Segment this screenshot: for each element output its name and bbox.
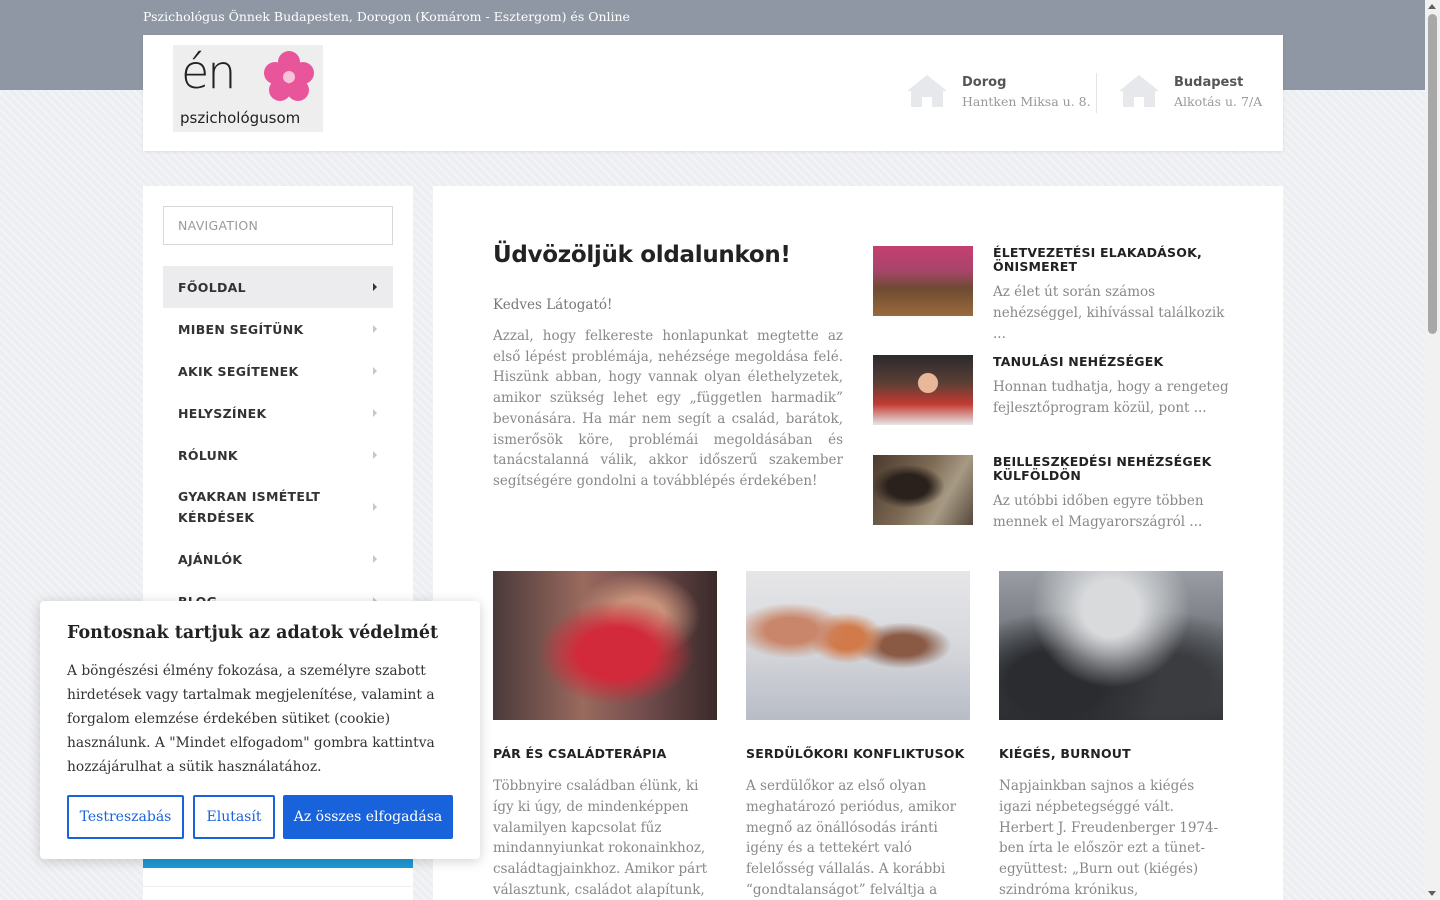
sidebar-item-label: FŐOLDAL — [178, 279, 246, 295]
page-title: Üdvözöljük oldalunkon! — [493, 242, 791, 268]
cookie-consent-dialog: Fontosnak tartjuk az adatok védelmét A b… — [40, 601, 480, 859]
greeting-text: Kedves Látogató! — [493, 297, 613, 313]
post-thumbnail[interactable] — [873, 355, 973, 425]
card-title[interactable]: SERDÜLŐKORI KONFLIKTUSOK — [746, 746, 970, 761]
sidebar-item-miben-segitunk[interactable]: MIBEN SEGÍTÜNK — [163, 308, 393, 350]
location-name: Dorog — [962, 75, 1007, 90]
chevron-right-icon — [373, 451, 377, 459]
page-scrollbar[interactable] — [1425, 0, 1440, 900]
service-card[interactable]: PÁR ÉS CSALÁDTERÁPIA Többnyire családban… — [493, 571, 717, 900]
reject-button[interactable]: Elutasít — [193, 795, 275, 839]
cookie-body: A böngészési élmény fokozása, a személyr… — [67, 663, 435, 775]
sidebar-item-label: MIBEN SEGÍTÜNK — [178, 321, 304, 337]
sidebar-item-akik-segitenek[interactable]: AKIK SEGÍTENEK — [163, 350, 393, 392]
site-tagline: Pszichológus Önnek Budapesten, Dorogon (… — [143, 9, 630, 24]
sidebar-item-label: AKIK SEGÍTENEK — [178, 363, 299, 379]
house-icon — [907, 75, 947, 107]
post-excerpt: Az élet út során számos nehézséggel, kih… — [993, 284, 1225, 342]
accept-all-button[interactable]: Az összes elfogadása — [283, 795, 453, 839]
service-card[interactable]: KIÉGÉS, BURNOUT Napjainkban sajnos a kié… — [999, 571, 1223, 900]
post-title[interactable]: ÉLETVEZETÉSI ELAKADÁSOK, ÖNISMERET — [993, 246, 1233, 274]
card-text: Napjainkban sajnos a kiégés igazi népbet… — [999, 778, 1219, 898]
card-image[interactable] — [746, 571, 970, 720]
post-excerpt: Honnan tudhatja, hogy a rengeteg fejlesz… — [993, 379, 1229, 416]
sidebar-item-fooldal[interactable]: FŐOLDAL — [163, 266, 393, 308]
site-header: én pszichológusom Dorog Hantken Miksa u.… — [143, 35, 1283, 151]
chevron-right-icon — [373, 503, 377, 511]
card-title[interactable]: PÁR ÉS CSALÁDTERÁPIA — [493, 746, 717, 761]
sidebar-widget — [143, 887, 413, 900]
customize-button[interactable]: Testreszabás — [67, 795, 184, 839]
scroll-down-icon[interactable] — [1428, 891, 1436, 896]
sidebar-item-label: GYAKRAN ISMÉTELT KÉRDÉSEK — [178, 489, 321, 525]
navigation-select[interactable]: NAVIGATION — [163, 206, 393, 245]
service-card[interactable]: SERDÜLŐKORI KONFLIKTUSOK A serdülőkor az… — [746, 571, 970, 900]
location-name: Budapest — [1174, 75, 1244, 90]
main-content: Üdvözöljük oldalunkon! Kedves Látogató! … — [433, 186, 1283, 900]
card-title[interactable]: KIÉGÉS, BURNOUT — [999, 746, 1223, 761]
card-text: A serdülőkor az első olyan meghatározó p… — [746, 778, 957, 898]
side-post[interactable]: BEILLESZKEDÉSI NEHÉZSÉGEK KÜLFÖLDÖN Az u… — [873, 455, 1233, 535]
post-thumbnail[interactable] — [873, 246, 973, 316]
sidebar-item-label: HELYSZÍNEK — [178, 405, 267, 421]
chevron-right-icon — [373, 409, 377, 417]
chevron-right-icon — [373, 367, 377, 375]
card-image[interactable] — [999, 571, 1223, 720]
site-logo[interactable]: én pszichológusom — [173, 45, 323, 132]
chevron-right-icon — [373, 555, 377, 563]
sidebar-menu: FŐOLDAL MIBEN SEGÍTÜNK AKIK SEGÍTENEK HE… — [163, 266, 393, 622]
side-post[interactable]: ÉLETVEZETÉSI ELAKADÁSOK, ÖNISMERET Az él… — [873, 246, 1233, 342]
sidebar-item-label: RÓLUNK — [178, 447, 238, 463]
sidebar-item-ajanlok[interactable]: AJÁNLÓK — [163, 538, 393, 580]
logo-big-text: én — [181, 45, 236, 99]
flower-icon — [264, 51, 314, 101]
sidebar-accent-bar — [143, 858, 413, 868]
sidebar-item-gyik[interactable]: GYAKRAN ISMÉTELT KÉRDÉSEK — [163, 476, 393, 538]
sidebar-item-rolunk[interactable]: RÓLUNK — [163, 434, 393, 476]
location-address: Alkotás u. 7/A — [1174, 94, 1263, 109]
scrollbar-thumb[interactable] — [1428, 14, 1437, 334]
chevron-right-icon — [373, 325, 377, 333]
logo-small-text: pszichológusom — [180, 109, 301, 127]
location-divider — [1096, 73, 1097, 113]
location-address: Hantken Miksa u. 8. — [962, 94, 1091, 109]
cookie-title: Fontosnak tartjuk az adatok védelmét — [67, 623, 439, 643]
side-post[interactable]: TANULÁSI NEHÉZSÉGEK Honnan tudhatja, hog… — [873, 355, 1233, 435]
sidebar-item-label: AJÁNLÓK — [178, 551, 243, 567]
chevron-right-icon — [373, 283, 377, 291]
sidebar-item-helyszinek[interactable]: HELYSZÍNEK — [163, 392, 393, 434]
post-excerpt: Az utóbbi időben egyre többen mennek el … — [993, 493, 1204, 530]
card-image[interactable] — [493, 571, 717, 720]
intro-text: Azzal, hogy felkereste honlapunkat megte… — [493, 328, 843, 489]
scroll-up-icon[interactable] — [1428, 4, 1436, 9]
card-text: Többnyire családban élünk, ki így ki úgy… — [493, 778, 708, 898]
post-title[interactable]: BEILLESZKEDÉSI NEHÉZSÉGEK KÜLFÖLDÖN — [993, 455, 1233, 483]
post-title[interactable]: TANULÁSI NEHÉZSÉGEK — [993, 355, 1233, 369]
post-thumbnail[interactable] — [873, 455, 973, 525]
house-icon — [1119, 75, 1159, 107]
